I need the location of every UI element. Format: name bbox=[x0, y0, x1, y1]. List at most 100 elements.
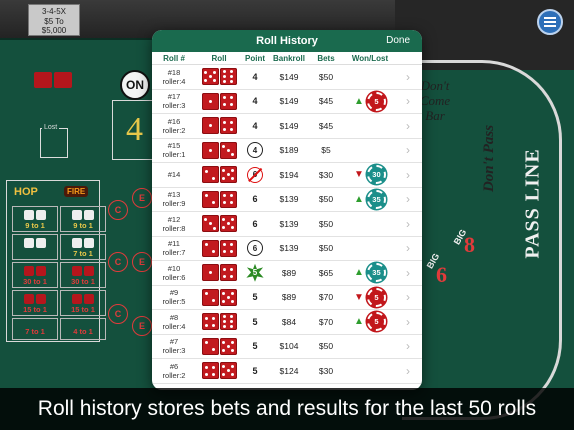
lost-box[interactable] bbox=[40, 128, 68, 158]
point-box[interactable]: 4 bbox=[112, 100, 157, 160]
die-icon bbox=[201, 288, 219, 306]
fire-bet-label[interactable]: FIRE bbox=[64, 186, 89, 197]
dont-pass-bar[interactable]: Don't Pass bbox=[481, 125, 498, 192]
history-row[interactable]: #18 roller:4 4 $149 $50 › bbox=[152, 65, 422, 90]
roll-dice bbox=[196, 166, 242, 184]
craps-bet-circle[interactable]: C bbox=[108, 252, 128, 272]
history-row[interactable]: #7 roller:3 5 $104 $50 › bbox=[152, 335, 422, 359]
die-icon bbox=[201, 68, 219, 86]
prop-payout: 7 to 1 bbox=[25, 327, 45, 336]
roll-number: #18 bbox=[167, 67, 181, 77]
won-arrow-icon: ▲ bbox=[354, 193, 364, 205]
won-lost-cell: ▲ 5 bbox=[342, 312, 398, 332]
history-row[interactable]: #15 roller:1 4 $189 $5 › bbox=[152, 139, 422, 163]
die-icon bbox=[219, 92, 237, 110]
point-cell: 5 bbox=[242, 366, 268, 376]
point-value: 5 bbox=[252, 341, 258, 352]
prop-bet-cell[interactable]: 7 to 1 bbox=[60, 234, 106, 260]
roll-dice bbox=[196, 215, 242, 233]
roll-dice bbox=[196, 313, 242, 331]
roll-number: #13 bbox=[167, 190, 181, 200]
prop-bet-cell[interactable]: 4 to 1 bbox=[60, 318, 106, 340]
roller-label: roller:3 bbox=[162, 346, 186, 356]
chip-icon: 5 bbox=[366, 312, 386, 332]
chevron-right-icon: › bbox=[406, 265, 410, 280]
bankroll-value: $149 bbox=[279, 71, 299, 82]
die-icon bbox=[201, 117, 219, 135]
bankroll-value: $89 bbox=[281, 292, 297, 303]
die bbox=[34, 72, 52, 88]
history-row[interactable]: #16 roller:2 4 $149 $45 › bbox=[152, 114, 422, 139]
on-puck: ON bbox=[120, 70, 150, 100]
roll-number: #17 bbox=[167, 92, 181, 102]
roll-id: #14 bbox=[152, 170, 196, 179]
history-row[interactable]: #9 roller:5 5 $89 $70 ▼ 5 › bbox=[152, 286, 422, 310]
history-row[interactable]: #12 roller:8 6 $139 $50 › bbox=[152, 212, 422, 237]
roll-id: #17 roller:3 bbox=[152, 92, 196, 110]
roll-id: #10 roller:6 bbox=[152, 264, 196, 282]
prop-payout: 30 to 1 bbox=[71, 277, 95, 286]
roll-dice bbox=[196, 190, 242, 208]
roll-dice bbox=[196, 117, 242, 135]
chip-icon: 5 bbox=[366, 287, 386, 307]
prop-bet-cell[interactable] bbox=[12, 234, 58, 260]
history-row[interactable]: #8 roller:4 5 $84 $70 ▲ 5 › bbox=[152, 310, 422, 335]
bankroll-value: $189 bbox=[279, 145, 299, 156]
pass-line[interactable]: PASS LINE bbox=[522, 148, 545, 258]
prop-bet-cell[interactable]: 15 to 1 bbox=[60, 290, 106, 316]
roller-label: roller:7 bbox=[162, 248, 186, 258]
point-established-icon: 4 bbox=[247, 142, 263, 159]
won-lost-cell: ▼ 30 bbox=[342, 165, 398, 185]
won-lost-cell: ▲ 35 bbox=[342, 189, 398, 209]
bets-value: $45 bbox=[318, 96, 334, 107]
die-icon bbox=[219, 362, 237, 380]
chip-icon: 35 bbox=[366, 263, 386, 283]
roll-dice bbox=[196, 288, 242, 306]
point-cell: 5 bbox=[242, 263, 268, 282]
won-arrow-icon: ▲ bbox=[354, 95, 364, 107]
prop-bet-cell[interactable]: 7 to 1 bbox=[12, 318, 58, 340]
history-row[interactable]: #17 roller:3 4 $149 $45 ▲ 5 › bbox=[152, 90, 422, 114]
history-row[interactable]: #11 roller:7 6 $139 $50 › bbox=[152, 237, 422, 261]
menu-button[interactable] bbox=[537, 9, 563, 35]
bets-value: $70 bbox=[318, 292, 334, 303]
die-icon bbox=[219, 190, 237, 208]
chip-icon: 35 bbox=[366, 189, 386, 209]
big-8-bet[interactable]: 8 bbox=[464, 232, 506, 274]
point-hit-star-icon: 5 bbox=[246, 263, 264, 282]
craps-bet-circle[interactable]: C bbox=[108, 200, 128, 220]
history-row[interactable]: #10 roller:6 5 $89 $65 ▲ 35 › bbox=[152, 261, 422, 286]
eleven-bet-circle[interactable]: E bbox=[132, 316, 152, 336]
craps-bet-circle[interactable]: C bbox=[108, 304, 128, 324]
prop-bet-cell[interactable]: 9 to 1 bbox=[12, 206, 58, 232]
roller-label: roller:8 bbox=[162, 223, 186, 233]
prop-bet-cell[interactable]: 15 to 1 bbox=[12, 290, 58, 316]
chevron-right-icon: › bbox=[406, 216, 410, 231]
popup-title: Roll History bbox=[256, 35, 318, 47]
point-cell: 5 bbox=[242, 292, 268, 302]
col-bankroll: Bankroll bbox=[272, 53, 305, 63]
point-cell: 4 bbox=[242, 142, 268, 159]
eleven-bet-circle[interactable]: E bbox=[132, 188, 152, 208]
bets-value: $50 bbox=[318, 218, 334, 229]
history-row[interactable]: #13 roller:9 6 $139 $50 ▲ 35 › bbox=[152, 188, 422, 212]
chevron-right-icon: › bbox=[406, 143, 410, 158]
hop-label[interactable]: HOP bbox=[14, 186, 38, 198]
roll-number: #12 bbox=[167, 214, 181, 224]
die-icon bbox=[219, 239, 237, 257]
roll-id: #13 roller:9 bbox=[152, 190, 196, 208]
roll-number: #9 bbox=[169, 288, 179, 298]
done-button[interactable]: Done bbox=[386, 35, 410, 46]
prop-bet-cell[interactable]: 30 to 1 bbox=[60, 262, 106, 288]
die-icon bbox=[219, 288, 237, 306]
prop-bet-cell[interactable]: 30 to 1 bbox=[12, 262, 58, 288]
history-row[interactable]: #6 roller:2 5 $124 $30 › bbox=[152, 359, 422, 384]
history-row[interactable]: #14 6 $194 $30 ▼ 30 › bbox=[152, 163, 422, 188]
chevron-right-icon: › bbox=[406, 290, 410, 305]
roll-number: #8 bbox=[169, 312, 179, 322]
prop-bet-cell[interactable]: 9 to 1 bbox=[60, 206, 106, 232]
roll-number: #11 bbox=[168, 239, 180, 249]
bankroll-value: $139 bbox=[279, 243, 299, 254]
eleven-bet-circle[interactable]: E bbox=[132, 252, 152, 272]
won-arrow-icon: ▲ bbox=[354, 267, 364, 279]
